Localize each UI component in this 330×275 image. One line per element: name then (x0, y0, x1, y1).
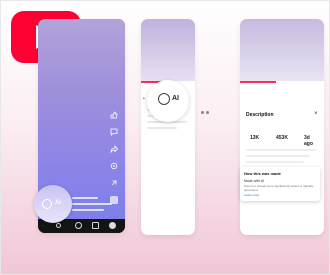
profile-icon[interactable] (109, 222, 116, 229)
ai-chip-magnifier: AI (34, 185, 72, 223)
how-this-was-made-card: How this was made Made with AI Sound or … (240, 167, 320, 201)
share-icon[interactable] (110, 145, 118, 153)
subscriptions-icon[interactable] (92, 222, 99, 229)
ai-chip-label[interactable]: AI (55, 200, 61, 206)
description-title: Description (246, 112, 274, 118)
description-sheet-phone: Description × 13K 453K 3d ago (240, 19, 324, 235)
ai-chip-magnifier-2: AI (147, 80, 189, 122)
create-icon[interactable] (75, 222, 82, 229)
progress-bar (240, 81, 276, 83)
home-icon[interactable] (56, 223, 61, 228)
ai-sparkle-icon (158, 93, 170, 105)
views-stat: 453K (276, 135, 288, 141)
more-icon[interactable] (110, 179, 118, 187)
learn-more-link[interactable]: Learn more (244, 193, 259, 197)
ai-sparkle-icon (42, 199, 52, 209)
more-options-icon[interactable] (201, 101, 211, 119)
comment-icon[interactable] (110, 128, 118, 136)
likes-stat: 13K (250, 135, 260, 141)
video-thumbnail[interactable] (240, 19, 324, 81)
ai-chip-label[interactable]: AI (172, 95, 179, 102)
close-icon[interactable]: × (314, 111, 318, 117)
description-placeholder (246, 149, 316, 167)
date-stat: 3d ago (304, 135, 313, 147)
video-thumbnail[interactable] (141, 19, 195, 81)
card-title: How this was made (244, 171, 281, 176)
like-icon[interactable] (110, 111, 118, 119)
remix-icon[interactable] (110, 162, 118, 170)
shorts-ai-chip-phone (141, 19, 195, 235)
card-disclosure-text: Sound or visuals were significantly edit… (244, 184, 314, 192)
card-made-with-ai: Made with AI (244, 179, 265, 183)
channel-prefix: • (143, 96, 145, 102)
caption-placeholder (72, 197, 112, 215)
